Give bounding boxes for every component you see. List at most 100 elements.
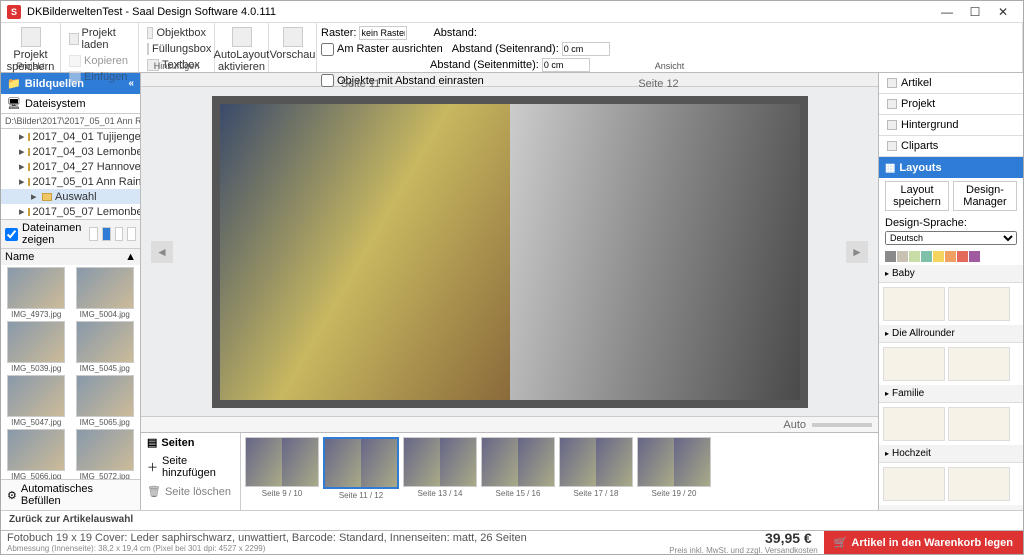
view-list-icon[interactable]: [89, 227, 98, 241]
page-spread-thumb[interactable]: Seite 17 / 18: [559, 437, 633, 506]
page-spread-thumb[interactable]: Seite 19 / 20: [637, 437, 711, 506]
grid-align-checkbox[interactable]: [321, 43, 334, 56]
page-spread-thumb[interactable]: Seite 11 / 12: [323, 437, 399, 506]
image-thumb[interactable]: IMG_5066.jpg: [3, 429, 70, 479]
view-detail-icon[interactable]: [127, 227, 136, 241]
zoom-label[interactable]: Auto: [783, 419, 806, 431]
image-thumb[interactable]: IMG_5045.jpg: [72, 321, 139, 373]
layout-group-header[interactable]: ▸Die Allrounder: [879, 325, 1023, 343]
image-icon: [887, 120, 897, 130]
maximize-button[interactable]: ☐: [961, 2, 989, 22]
color-swatch[interactable]: [945, 251, 956, 262]
fuellungsbox-button[interactable]: Füllungsbox: [143, 41, 210, 57]
next-page-button[interactable]: ►: [846, 241, 868, 263]
design-lang-select[interactable]: Deutsch: [885, 231, 1017, 245]
window-title: DKBilderweltenTest - Saal Design Softwar…: [27, 6, 276, 18]
projekt-tab[interactable]: Projekt: [879, 94, 1023, 115]
page-spread-thumb[interactable]: Seite 15 / 16: [481, 437, 555, 506]
sort-label[interactable]: Name: [5, 251, 34, 263]
folder-icon: [69, 33, 79, 45]
autolayout-button[interactable]: AutoLayout aktivieren: [219, 25, 264, 75]
layout-group-header[interactable]: ▸Hochzeit: [879, 445, 1023, 463]
minimize-button[interactable]: —: [933, 2, 961, 22]
view-large-icon[interactable]: [115, 227, 124, 241]
show-names-checkbox[interactable]: [5, 228, 18, 241]
layout-grid: [879, 403, 1023, 445]
hintergrund-tab[interactable]: Hintergrund: [879, 115, 1023, 136]
color-swatch[interactable]: [909, 251, 920, 262]
layouts-header[interactable]: ▦Layouts: [879, 157, 1023, 178]
color-swatch[interactable]: [885, 251, 896, 262]
page-left[interactable]: [220, 104, 510, 400]
color-swatch[interactable]: [957, 251, 968, 262]
page-spread-thumb[interactable]: Seite 9 / 10: [245, 437, 319, 506]
copy-button[interactable]: Kopieren: [65, 53, 134, 69]
image-thumb[interactable]: IMG_5004.jpg: [72, 267, 139, 319]
save-layout-button[interactable]: Layout speichern: [885, 181, 949, 211]
layout-preset[interactable]: [883, 347, 945, 381]
layout-preset[interactable]: [883, 287, 945, 321]
image-thumb[interactable]: IMG_5047.jpg: [3, 375, 70, 427]
layout-preset[interactable]: [948, 347, 1010, 381]
layout-grid: [879, 343, 1023, 385]
design-manager-button[interactable]: Design-Manager: [953, 181, 1017, 211]
color-swatch[interactable]: [897, 251, 908, 262]
photo-right[interactable]: [510, 104, 800, 400]
tree-folder[interactable]: ▸2017_04_27 Hannover …: [1, 159, 140, 174]
margin-label: Abstand (Seitenrand):: [452, 43, 559, 55]
view-grid-icon[interactable]: [102, 227, 111, 241]
paste-button[interactable]: Einfügen: [65, 69, 134, 85]
image-thumbnails: IMG_4973.jpgIMG_5004.jpgIMG_5039.jpgIMG_…: [1, 265, 140, 479]
color-swatch[interactable]: [969, 251, 980, 262]
image-thumb[interactable]: IMG_4973.jpg: [3, 267, 70, 319]
prev-page-button[interactable]: ◄: [151, 241, 173, 263]
layout-preset[interactable]: [948, 287, 1010, 321]
path-display[interactable]: D:\Bilder\2017\2017_05_01 Ann Rainshooti…: [1, 114, 140, 129]
layout-preset[interactable]: [948, 467, 1010, 501]
image-thumb[interactable]: IMG_5072.jpg: [72, 429, 139, 479]
color-swatch[interactable]: [921, 251, 932, 262]
layout-group-header[interactable]: ▸Baby: [879, 265, 1023, 283]
center-canvas: ◄ Seite 11Seite 12 ► Auto ▤Seiten ＋Seite…: [141, 73, 878, 510]
photo-left[interactable]: [220, 104, 510, 400]
fill-icon: [147, 43, 149, 55]
page-thumbstrip: ▤Seiten ＋Seite hinzufügen 🗑Seite löschen…: [141, 432, 878, 510]
close-button[interactable]: ✕: [989, 2, 1017, 22]
page-right[interactable]: [510, 104, 800, 400]
folder-icon: [887, 99, 897, 109]
product-desc: Fotobuch 19 x 19 Cover: Leder saphirschw…: [7, 532, 527, 544]
objektbox-button[interactable]: Objektbox: [143, 25, 210, 41]
tree-folder[interactable]: ▸Auswahl: [1, 189, 140, 204]
autofill-button[interactable]: ⚙Automatisches Befüllen: [1, 479, 140, 510]
cliparts-tab[interactable]: Cliparts: [879, 136, 1023, 157]
layout-preset[interactable]: [948, 407, 1010, 441]
seiten-tab[interactable]: ▤Seiten: [141, 433, 240, 452]
image-thumb[interactable]: IMG_5039.jpg: [3, 321, 70, 373]
page-left-label: Seite 11: [212, 78, 510, 90]
page-spread-thumb[interactable]: Seite 13 / 14: [403, 437, 477, 506]
tree-folder[interactable]: ▸2017_04_01 Tujijenge …: [1, 129, 140, 144]
cart-icon: 🛒: [834, 536, 848, 549]
color-swatch[interactable]: [933, 251, 944, 262]
margin-input[interactable]: [562, 42, 610, 56]
folder-tree: ▸2017_04_01 Tujijenge …▸2017_04_03 Lemon…: [1, 129, 140, 219]
add-page-button[interactable]: ＋Seite hinzufügen: [141, 452, 240, 482]
layout-group-header[interactable]: ▸Familie: [879, 385, 1023, 403]
back-to-article-link[interactable]: Zurück zur Artikelauswahl: [1, 510, 1023, 530]
add-to-cart-button[interactable]: 🛒Artikel in den Warenkorb legen: [824, 531, 1023, 554]
dateisystem-tab[interactable]: 🖥Dateisystem: [1, 94, 140, 114]
ribbon-group-projekt: Projekt: [1, 61, 60, 71]
zoom-slider[interactable]: [812, 423, 872, 427]
layout-preset[interactable]: [883, 407, 945, 441]
load-project-button[interactable]: Projekt laden: [65, 25, 134, 53]
grid-icon: [232, 27, 252, 47]
tree-folder[interactable]: ▸2017_05_07 Lemonbe…: [1, 204, 140, 219]
preview-button[interactable]: Vorschau: [273, 25, 312, 63]
image-thumb[interactable]: IMG_5065.jpg: [72, 375, 139, 427]
ribbon-group-hinzu: Hinzufügen: [139, 61, 214, 71]
tree-folder[interactable]: ▸2017_04_03 Lemonbe…: [1, 144, 140, 159]
raster-input[interactable]: [359, 26, 407, 40]
delete-page-button[interactable]: 🗑Seite löschen: [141, 482, 240, 501]
tree-folder[interactable]: ▸2017_05_01 Ann Rains…: [1, 174, 140, 189]
layout-preset[interactable]: [883, 467, 945, 501]
